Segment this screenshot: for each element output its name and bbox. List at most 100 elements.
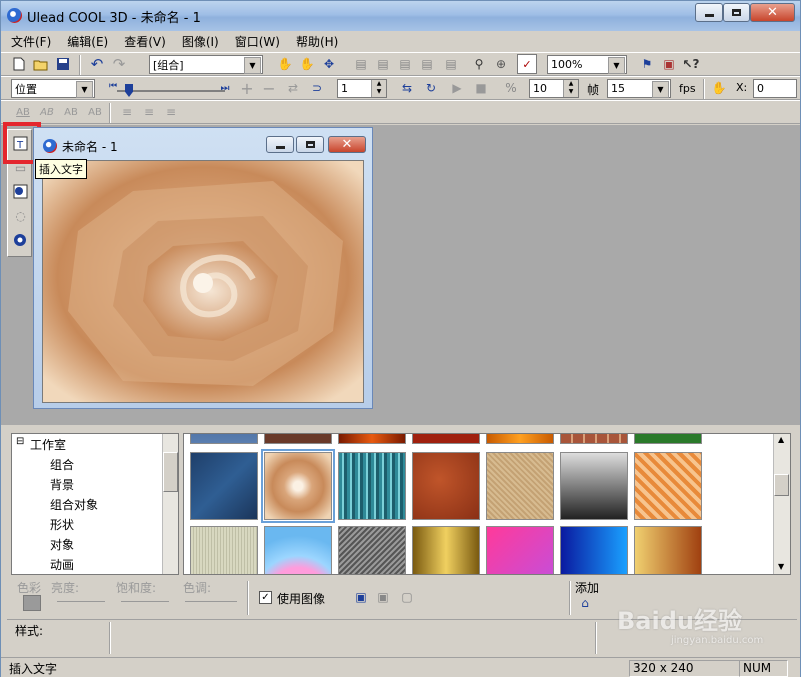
doc-minimize-button[interactable] bbox=[266, 136, 294, 153]
gallery-tile[interactable] bbox=[264, 526, 332, 574]
gallery-tile[interactable] bbox=[264, 434, 332, 444]
ping-pong-button[interactable]: ⇆ bbox=[397, 78, 417, 98]
gallery-tile[interactable] bbox=[486, 434, 554, 444]
saturation-slider[interactable] bbox=[121, 601, 169, 609]
gallery-tile-selected[interactable] bbox=[261, 449, 335, 523]
gallery-tile[interactable] bbox=[412, 526, 480, 574]
spinner-arrows-icon[interactable]: ▲ ▼ bbox=[371, 80, 386, 97]
doc-maximize-button[interactable] bbox=[296, 136, 324, 153]
edit-image-button[interactable]: ▣ bbox=[373, 587, 393, 607]
export-button-2[interactable]: ▤ bbox=[395, 54, 415, 74]
insert-object-button[interactable] bbox=[11, 230, 30, 249]
tree-item-animation[interactable]: 动画 bbox=[50, 556, 74, 573]
app-icon[interactable] bbox=[7, 8, 22, 23]
gallery-tile[interactable] bbox=[190, 452, 258, 520]
text-bold-button[interactable]: AB bbox=[13, 102, 33, 122]
render-canvas[interactable] bbox=[42, 160, 364, 403]
gallery-tile[interactable] bbox=[560, 434, 628, 444]
fps-select[interactable]: 15 ▼ bbox=[607, 79, 671, 98]
x-coordinate-input[interactable]: 0 bbox=[753, 79, 797, 98]
export-button-3[interactable]: ▤ bbox=[417, 54, 437, 74]
tree-item-group[interactable]: 组合 bbox=[50, 456, 74, 473]
light-button[interactable]: ⚲ bbox=[469, 54, 489, 74]
gallery-tile[interactable] bbox=[190, 434, 258, 444]
use-image-checkbox[interactable]: ✓ bbox=[259, 591, 272, 604]
reverse-button[interactable]: ⇄ bbox=[283, 78, 303, 98]
gallery-tile[interactable] bbox=[486, 526, 554, 574]
scroll-down-icon[interactable]: ▼ bbox=[778, 562, 784, 571]
menu-help[interactable]: 帮助(H) bbox=[286, 33, 344, 50]
scroll-up-icon[interactable]: ▲ bbox=[778, 435, 784, 444]
context-help-button[interactable]: ↖? bbox=[681, 54, 701, 74]
menu-edit[interactable]: 编辑(E) bbox=[57, 33, 114, 50]
remove-keyframe-button[interactable]: − bbox=[259, 78, 279, 98]
text-leading-button[interactable]: AB bbox=[85, 102, 105, 122]
repeat-button[interactable]: ↻ bbox=[421, 78, 441, 98]
effects-button[interactable]: ⚑ bbox=[637, 54, 657, 74]
align-left-button[interactable]: ≡ bbox=[117, 102, 137, 122]
gallery-tile[interactable] bbox=[560, 526, 628, 574]
gallery-scroll-thumb[interactable] bbox=[774, 474, 789, 496]
minimize-button[interactable] bbox=[695, 3, 723, 22]
speed-button[interactable]: % bbox=[501, 78, 521, 98]
tree-root[interactable]: 工作室 bbox=[30, 436, 66, 453]
loop-button[interactable]: ⊃ bbox=[307, 78, 327, 98]
undo-button[interactable]: ↶ bbox=[87, 54, 107, 74]
tree-scrollbar[interactable] bbox=[162, 434, 178, 574]
gallery-scrollbar[interactable]: ▲ ▼ bbox=[773, 434, 790, 574]
document-icon[interactable] bbox=[43, 139, 57, 153]
gallery-tile[interactable] bbox=[486, 452, 554, 520]
print-button[interactable]: ▤ bbox=[351, 54, 371, 74]
title-bar[interactable]: Ulead COOL 3D - 未命名 - 1 ✕ bbox=[1, 1, 800, 31]
stop-button[interactable]: ■ bbox=[471, 78, 491, 98]
move-tool-button[interactable]: ✋ bbox=[275, 54, 295, 74]
gallery-tile[interactable] bbox=[412, 452, 480, 520]
gallery-tile[interactable] bbox=[560, 452, 628, 520]
tree-scroll-thumb[interactable] bbox=[163, 452, 178, 492]
tree-item-background[interactable]: 背景 bbox=[50, 476, 74, 493]
last-frame-button[interactable]: ⏭ bbox=[215, 78, 235, 98]
menu-view[interactable]: 查看(V) bbox=[114, 33, 172, 50]
text-spacing-button[interactable]: AB bbox=[61, 102, 81, 122]
add-to-gallery-button[interactable]: ⌂ bbox=[575, 593, 595, 613]
timeline-slider[interactable]: ⏮ bbox=[109, 81, 229, 97]
gallery-tile[interactable] bbox=[338, 434, 406, 444]
gallery-tile[interactable] bbox=[634, 526, 702, 574]
spinner-arrows-icon[interactable]: ▲ ▼ bbox=[563, 80, 578, 97]
save-button[interactable] bbox=[53, 54, 73, 74]
image-options-button[interactable]: ▢ bbox=[397, 587, 417, 607]
brightness-slider[interactable] bbox=[57, 601, 105, 609]
add-keyframe-button[interactable]: + bbox=[237, 78, 257, 98]
align-center-button[interactable]: ≡ bbox=[139, 102, 159, 122]
web-button[interactable]: ⊕ bbox=[491, 54, 511, 74]
play-button[interactable]: ▶ bbox=[447, 78, 467, 98]
text-italic-button[interactable]: AB bbox=[37, 102, 57, 122]
current-frame-spinner[interactable]: 1 ▲ ▼ bbox=[337, 79, 387, 98]
gallery-tile[interactable] bbox=[190, 526, 258, 574]
gallery-tile[interactable] bbox=[634, 452, 702, 520]
gallery-tile[interactable] bbox=[634, 434, 702, 444]
tree-collapse-icon[interactable]: ⊟ bbox=[16, 436, 24, 447]
zoom-select[interactable]: 100% ▼ bbox=[547, 55, 627, 74]
gallery-button[interactable]: ▣ bbox=[659, 54, 679, 74]
first-frame-icon[interactable]: ⏮ bbox=[109, 81, 117, 91]
gallery-tile[interactable] bbox=[412, 434, 480, 444]
menu-image[interactable]: 图像(I) bbox=[172, 33, 225, 50]
rotate-tool-button[interactable]: ✋ bbox=[297, 54, 317, 74]
doc-close-button[interactable]: ✕ bbox=[328, 136, 366, 153]
timeline-thumb[interactable] bbox=[125, 84, 133, 97]
object-group-select[interactable]: [组合] ▼ bbox=[149, 55, 263, 74]
gallery-tile[interactable] bbox=[338, 526, 406, 574]
hue-slider[interactable] bbox=[185, 601, 237, 609]
align-right-button[interactable]: ≡ bbox=[161, 102, 181, 122]
tree-item-object[interactable]: 对象 bbox=[50, 536, 74, 553]
gallery-tile[interactable] bbox=[338, 452, 406, 520]
export-button-1[interactable]: ▤ bbox=[373, 54, 393, 74]
attribute-select[interactable]: 位置 ▼ bbox=[11, 79, 95, 98]
insert-geometry-button[interactable]: ◌ bbox=[11, 206, 30, 225]
color-swatch[interactable] bbox=[23, 595, 41, 611]
redo-button[interactable]: ↷ bbox=[109, 54, 129, 74]
export-button-4[interactable]: ▤ bbox=[441, 54, 461, 74]
new-file-button[interactable] bbox=[9, 54, 29, 74]
close-button[interactable]: ✕ bbox=[750, 3, 795, 22]
